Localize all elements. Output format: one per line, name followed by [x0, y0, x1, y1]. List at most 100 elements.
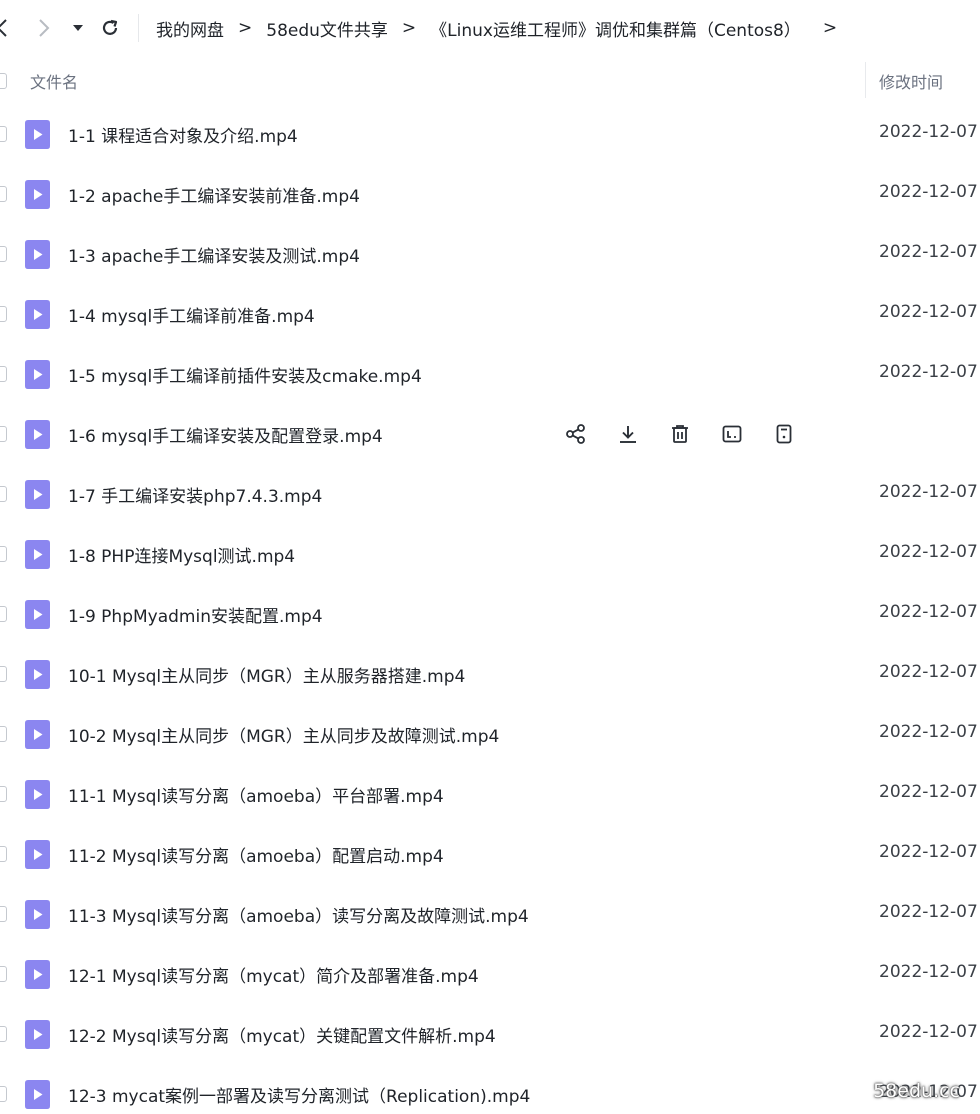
video-file-icon — [25, 840, 50, 869]
file-name[interactable]: 12-3 mycat案例一部署及读写分离测试（Replication).mp4 — [68, 1082, 530, 1107]
file-row[interactable]: 12-3 mycat案例一部署及读写分离测试（Replication).mp4 2… — [0, 1064, 980, 1114]
file-name[interactable]: 1-7 手工编译安装php7.4.3.mp4 — [68, 482, 322, 507]
file-row[interactable]: 12-2 Mysql读写分离（mycat）关键配置文件解析.mp4 2022-12… — [0, 1004, 980, 1064]
file-row[interactable]: 11-2 Mysql读写分离（amoeba）配置启动.mp4 2022-12-07 — [0, 824, 980, 884]
file-row[interactable]: 1-9 PhpMyadmin安装配置.mp4 2022-12-07 — [0, 584, 980, 644]
row-checkbox[interactable] — [0, 906, 7, 922]
video-file-icon — [25, 780, 50, 809]
column-header-name[interactable]: 文件名 — [30, 69, 78, 93]
breadcrumb-item-current[interactable]: 《Linux运维工程师》调优和集群篇（Centos8） — [430, 16, 801, 41]
file-name[interactable]: 1-1 课程适合对象及介绍.mp4 — [68, 122, 298, 147]
file-name[interactable]: 1-8 PHP连接Mysql测试.mp4 — [68, 542, 295, 567]
video-file-icon — [25, 240, 50, 269]
file-name[interactable]: 1-9 PhpMyadmin安装配置.mp4 — [68, 602, 323, 627]
refresh-button[interactable] — [98, 14, 122, 42]
back-button[interactable] — [0, 14, 14, 42]
file-row[interactable]: 1-5 mysql手工编译前插件安装及cmake.mp4 2022-12-07 — [0, 344, 980, 404]
row-checkbox[interactable] — [0, 726, 7, 742]
file-row[interactable]: 1-2 apache手工编译安装前准备.mp4 2022-12-07 — [0, 164, 980, 224]
delete-button[interactable] — [666, 420, 694, 448]
row-checkbox[interactable] — [0, 306, 7, 322]
chevron-right-icon — [39, 19, 50, 37]
share-icon — [565, 423, 587, 445]
file-modified-time: 2022-12-07 — [879, 902, 978, 922]
row-checkbox[interactable] — [0, 786, 7, 802]
row-checkbox[interactable] — [0, 366, 7, 382]
file-row[interactable]: 1-7 手工编译安装php7.4.3.mp4 2022-12-07 — [0, 464, 980, 524]
breadcrumb-item-shared[interactable]: 58edu文件共享 — [266, 16, 388, 41]
video-file-icon — [25, 720, 50, 749]
column-header-modified-time[interactable]: 修改时间 — [879, 69, 943, 93]
details-button[interactable] — [770, 420, 798, 448]
navigation-bar: 我的网盘 > 58edu文件共享 > 《Linux运维工程师》调优和集群篇（Ce… — [0, 0, 980, 56]
file-row[interactable]: 11-3 Mysql读写分离（amoeba）读写分离及故障测试.mp4 2022-… — [0, 884, 980, 944]
row-checkbox[interactable] — [0, 1086, 7, 1102]
video-file-icon — [25, 1020, 50, 1049]
file-modified-time: 2022-12-07 — [879, 782, 978, 802]
video-file-icon — [25, 600, 50, 629]
file-row[interactable]: 1-6 mysql手工编译安装及配置登录.mp4 — [0, 404, 980, 464]
file-name[interactable]: 1-4 mysql手工编译前准备.mp4 — [68, 302, 315, 327]
file-name[interactable]: 1-3 apache手工编译安装及测试.mp4 — [68, 242, 360, 267]
file-modified-time: 2022-12-07 — [879, 182, 978, 202]
breadcrumb-item-root[interactable]: 我的网盘 — [156, 16, 224, 41]
file-name[interactable]: 12-2 Mysql读写分离（mycat）关键配置文件解析.mp4 — [68, 1022, 496, 1047]
rename-button[interactable] — [718, 420, 746, 448]
file-modified-time: 2022-12-07 — [879, 842, 978, 862]
breadcrumb-expand-button[interactable]: > — [823, 18, 837, 38]
file-row[interactable]: 10-2 Mysql主从同步（MGR）主从同步及故障测试.mp4 2022-12-… — [0, 704, 980, 764]
row-checkbox[interactable] — [0, 486, 7, 502]
select-all-checkbox[interactable] — [0, 73, 7, 89]
more-info-icon — [773, 423, 795, 445]
video-file-icon — [25, 420, 50, 449]
refresh-icon — [102, 19, 118, 35]
file-name[interactable]: 10-1 Mysql主从同步（MGR）主从服务器搭建.mp4 — [68, 662, 465, 687]
file-name[interactable]: 11-3 Mysql读写分离（amoeba）读写分离及故障测试.mp4 — [68, 902, 529, 927]
delete-icon — [669, 423, 691, 445]
file-browser: 我的网盘 > 58edu文件共享 > 《Linux运维工程师》调优和集群篇（Ce… — [0, 0, 980, 1114]
file-row[interactable]: 1-4 mysql手工编译前准备.mp4 2022-12-07 — [0, 284, 980, 344]
file-modified-time: 2022-12-07 — [879, 1022, 978, 1042]
forward-button[interactable] — [32, 14, 56, 42]
row-checkbox[interactable] — [0, 426, 7, 442]
file-row[interactable]: 1-1 课程适合对象及介绍.mp4 2022-12-07 — [0, 104, 980, 164]
row-checkbox[interactable] — [0, 126, 7, 142]
row-checkbox[interactable] — [0, 666, 7, 682]
row-checkbox[interactable] — [0, 966, 7, 982]
video-file-icon — [25, 660, 50, 689]
file-name[interactable]: 1-6 mysql手工编译安装及配置登录.mp4 — [68, 422, 383, 447]
row-checkbox[interactable] — [0, 186, 7, 202]
file-name[interactable]: 1-2 apache手工编译安装前准备.mp4 — [68, 182, 360, 207]
column-resize-handle[interactable] — [865, 62, 866, 98]
row-checkbox[interactable] — [0, 546, 7, 562]
row-checkbox[interactable] — [0, 246, 7, 262]
nav-divider — [138, 14, 139, 42]
row-actions — [562, 420, 822, 448]
file-row[interactable]: 12-1 Mysql读写分离（mycat）简介及部署准备.mp4 2022-12-… — [0, 944, 980, 1004]
file-modified-time: 2022-12-07 — [879, 962, 978, 982]
file-name[interactable]: 11-1 Mysql读写分离（amoeba）平台部署.mp4 — [68, 782, 444, 807]
file-modified-time: 2022-12-07 — [879, 602, 978, 622]
file-row[interactable]: 1-8 PHP连接Mysql测试.mp4 2022-12-07 — [0, 524, 980, 584]
rename-icon — [721, 423, 743, 445]
file-name[interactable]: 12-1 Mysql读写分离（mycat）简介及部署准备.mp4 — [68, 962, 479, 987]
download-button[interactable] — [614, 420, 642, 448]
chevron-left-icon — [0, 19, 7, 37]
file-name[interactable]: 1-5 mysql手工编译前插件安装及cmake.mp4 — [68, 362, 422, 387]
file-row[interactable]: 10-1 Mysql主从同步（MGR）主从服务器搭建.mp4 2022-12-07 — [0, 644, 980, 704]
file-name[interactable]: 11-2 Mysql读写分离（amoeba）配置启动.mp4 — [68, 842, 444, 867]
file-name[interactable]: 10-2 Mysql主从同步（MGR）主从同步及故障测试.mp4 — [68, 722, 499, 747]
file-row[interactable]: 11-1 Mysql读写分离（amoeba）平台部署.mp4 2022-12-07 — [0, 764, 980, 824]
video-file-icon — [25, 960, 50, 989]
file-row[interactable]: 1-3 apache手工编译安装及测试.mp4 2022-12-07 — [0, 224, 980, 284]
history-dropdown-button[interactable] — [66, 14, 90, 42]
row-checkbox[interactable] — [0, 846, 7, 862]
row-checkbox[interactable] — [0, 1026, 7, 1042]
video-file-icon — [25, 480, 50, 509]
video-file-icon — [25, 1080, 50, 1109]
file-modified-time: 2022-12-07 — [879, 662, 978, 682]
file-modified-time: 2022-12-07 — [879, 362, 978, 382]
share-button[interactable] — [562, 420, 590, 448]
row-checkbox[interactable] — [0, 606, 7, 622]
file-modified-time: 2022-12-07 — [879, 722, 978, 742]
